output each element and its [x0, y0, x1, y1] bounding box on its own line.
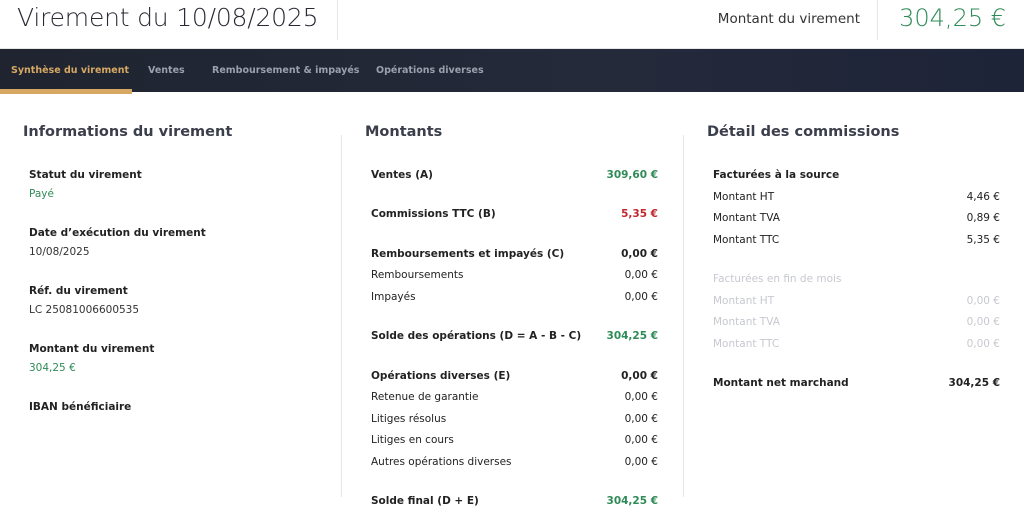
- ref-label: Réf. du virement: [29, 285, 128, 297]
- montant-row-label: Solde final (D + E): [371, 495, 479, 507]
- tab-remboursement-impayes[interactable]: Remboursement & impayés: [212, 65, 359, 76]
- montant-row-value: 0,00 €: [624, 413, 658, 425]
- status-value: Payé: [29, 188, 54, 200]
- status-label: Statut du virement: [29, 169, 142, 181]
- page-title: Virement du 10/08/2025: [17, 3, 319, 32]
- montant-row-label: Litiges résolus: [371, 413, 447, 425]
- commission-row-value: 4,46 €: [966, 191, 1000, 203]
- montant-row-label: Litiges en cours: [371, 434, 454, 446]
- active-tab-indicator: [0, 89, 132, 94]
- tab-operations-diverses[interactable]: Opérations diverses: [376, 65, 484, 76]
- commissions-section-title: Détail des commissions: [707, 124, 900, 140]
- montant-row-value: 0,00 €: [624, 269, 658, 281]
- header-amount-label: Montant du virement: [717, 11, 860, 27]
- commission-row-label: Montant TVA: [713, 212, 780, 224]
- month-subtitle: Facturées en fin de mois: [713, 273, 842, 285]
- montant-row-label: Autres opérations diverses: [371, 456, 512, 468]
- source-subtitle: Facturées à la source: [713, 169, 840, 181]
- montant-row-label: Opérations diverses (E): [371, 370, 511, 382]
- commission-row-label: Montant HT: [713, 191, 775, 203]
- montant-row-value: 0,00 €: [624, 434, 658, 446]
- commission-row-label: Montant TVA: [713, 316, 780, 328]
- date-value: 10/08/2025: [29, 246, 90, 258]
- montant-row-value: 5,35 €: [621, 208, 658, 220]
- montant-row-value: 0,00 €: [624, 391, 658, 403]
- header-amount-value: 304,25 €: [899, 4, 1006, 32]
- commission-row-value: 0,00 €: [966, 338, 1000, 350]
- montant-row-label: Solde des opérations (D = A - B - C): [371, 330, 582, 342]
- page-header: Virement du 10/08/2025 Montant du vireme…: [0, 0, 1024, 49]
- commission-row-label: Montant TTC: [713, 234, 780, 246]
- commission-row-label: Montant HT: [713, 295, 775, 307]
- montant-row-label: Retenue de garantie: [371, 391, 479, 403]
- commission-row-value: 0,00 €: [966, 316, 1000, 328]
- montant-row-label: Ventes (A): [371, 169, 433, 181]
- info-section-title: Informations du virement: [23, 124, 233, 140]
- header-divider: [337, 0, 338, 40]
- amount-label: Montant du virement: [29, 343, 155, 355]
- montant-row-label: Impayés: [371, 291, 416, 303]
- amount-value: 304,25 €: [29, 362, 76, 374]
- montant-row-value: 0,00 €: [621, 248, 658, 260]
- date-label: Date d’exécution du virement: [29, 227, 206, 239]
- commission-row-value: 5,35 €: [966, 234, 1000, 246]
- tab-bar: Synthèse du virement Ventes Remboursemen…: [0, 49, 1024, 94]
- column-divider: [341, 135, 342, 497]
- commission-row-label: Montant TTC: [713, 338, 780, 350]
- montants-section-title: Montants: [365, 124, 443, 140]
- column-divider: [683, 135, 684, 497]
- ref-value: LC 25081006600535: [29, 304, 140, 316]
- iban-label: IBAN bénéficiaire: [29, 401, 132, 413]
- net-amount-label: Montant net marchand: [713, 377, 849, 389]
- montant-row-label: Remboursements et impayés (C): [371, 248, 565, 260]
- montant-row-value: 0,00 €: [624, 456, 658, 468]
- commission-row-value: 0,00 €: [966, 295, 1000, 307]
- montant-row-value: 304,25 €: [606, 495, 658, 507]
- montant-row-label: Commissions TTC (B): [371, 208, 496, 220]
- montant-row-value: 304,25 €: [606, 330, 658, 342]
- commission-row-value: 0,89 €: [966, 212, 1000, 224]
- montant-row-label: Remboursements: [371, 269, 464, 281]
- net-amount-value: 304,25 €: [948, 377, 1000, 389]
- tab-synthese[interactable]: Synthèse du virement: [11, 65, 129, 76]
- montant-row-value: 309,60 €: [606, 169, 658, 181]
- tab-ventes[interactable]: Ventes: [148, 65, 185, 76]
- header-divider: [877, 0, 878, 40]
- montant-row-value: 0,00 €: [621, 370, 658, 382]
- montant-row-value: 0,00 €: [624, 291, 658, 303]
